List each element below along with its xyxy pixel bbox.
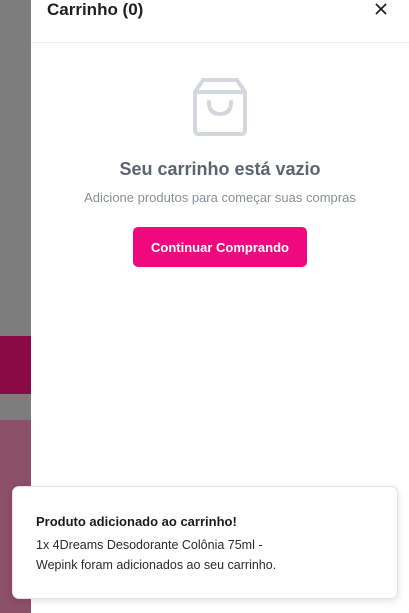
toast-message: 1x 4Dreams Desodorante Colônia 75ml - We… <box>36 538 277 572</box>
close-icon <box>375 3 387 15</box>
added-to-cart-toast[interactable]: Produto adicionado ao carrinho! 1x 4Drea… <box>12 486 398 599</box>
shopping-bag-icon <box>193 78 247 136</box>
empty-cart-subtitle: Adicione produtos para começar suas comp… <box>84 190 356 205</box>
cart-header: Carrinho (0) <box>31 0 409 43</box>
continue-shopping-button[interactable]: Continuar Comprando <box>133 227 307 267</box>
close-button[interactable] <box>371 0 391 18</box>
empty-cart-title: Seu carrinho está vazio <box>119 159 321 179</box>
toast-title: Produto adicionado ao carrinho! <box>36 514 237 529</box>
cart-title: Carrinho (0) <box>47 0 144 19</box>
empty-cart-state: Seu carrinho está vazio Adicione produto… <box>31 76 409 267</box>
